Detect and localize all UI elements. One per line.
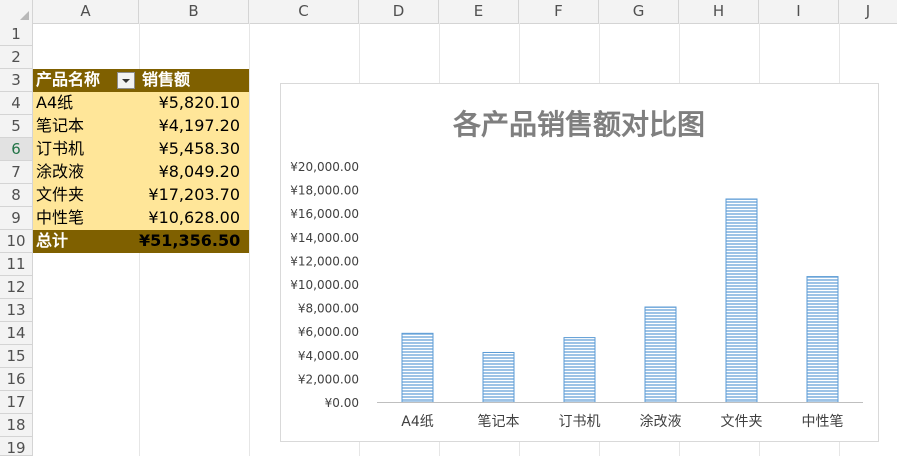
chart-title: 各产品销售额对比图 bbox=[452, 108, 705, 141]
table-cell-sales[interactable]: ¥4,197.20 bbox=[139, 115, 249, 138]
y-tick-label: ¥12,000.00 bbox=[290, 254, 359, 268]
row-header[interactable]: 4 bbox=[0, 92, 32, 115]
bar[interactable] bbox=[482, 351, 515, 403]
table-cell-sales[interactable]: ¥5,820.10 bbox=[139, 92, 249, 115]
row-header[interactable]: 19 bbox=[0, 437, 32, 457]
bar[interactable] bbox=[563, 337, 596, 403]
table-cell-product[interactable]: 文件夹 bbox=[33, 184, 139, 207]
x-tick-label: 订书机 bbox=[559, 414, 601, 430]
column-header-d[interactable]: D bbox=[359, 0, 439, 23]
table-cell-sales[interactable]: ¥17,203.70 bbox=[139, 184, 249, 207]
y-tick-label: ¥10,000.00 bbox=[290, 278, 359, 292]
y-tick-label: ¥2,000.00 bbox=[298, 372, 359, 386]
row-header[interactable]: 15 bbox=[0, 345, 32, 368]
row-header[interactable]: 16 bbox=[0, 368, 32, 391]
y-axis: ¥0.00 ¥2,000.00 ¥4,000.00 ¥6,000.00 ¥8,000.0… bbox=[290, 160, 359, 410]
table-header-sales[interactable]: 销售额 bbox=[139, 69, 249, 92]
gridline bbox=[249, 23, 250, 456]
table-cell-sales[interactable]: ¥5,458.30 bbox=[139, 138, 249, 161]
table-cell-product[interactable]: 笔记本 bbox=[33, 115, 139, 138]
bar[interactable] bbox=[806, 276, 839, 403]
row-header[interactable]: 11 bbox=[0, 253, 32, 276]
x-tick-label: A4纸 bbox=[401, 414, 433, 430]
row-header[interactable]: 17 bbox=[0, 391, 32, 414]
bar[interactable] bbox=[644, 306, 677, 403]
y-tick-label: ¥4,000.00 bbox=[298, 349, 359, 363]
table-total-value[interactable]: ¥51,356.50 bbox=[139, 230, 249, 253]
row-header[interactable]: 5 bbox=[0, 115, 32, 138]
table-cell-product[interactable]: 订书机 bbox=[33, 138, 139, 161]
x-tick-label: 中性笔 bbox=[802, 414, 844, 430]
x-tick-label: 笔记本 bbox=[478, 414, 520, 430]
y-tick-label: ¥20,000.00 bbox=[290, 160, 359, 174]
y-tick-label: ¥0.00 bbox=[325, 396, 359, 410]
x-axis: A4纸 笔记本 订书机 涂改液 文件夹 中性笔 bbox=[377, 402, 863, 430]
row-header[interactable]: 3 bbox=[0, 69, 32, 92]
row-header[interactable]: 18 bbox=[0, 414, 32, 437]
bar-series bbox=[401, 198, 839, 403]
row-header[interactable]: 7 bbox=[0, 161, 32, 184]
column-header-b[interactable]: B bbox=[139, 0, 249, 23]
row-header[interactable]: 1 bbox=[0, 23, 32, 46]
y-tick-label: ¥8,000.00 bbox=[298, 302, 359, 316]
y-tick-label: ¥6,000.00 bbox=[298, 325, 359, 339]
row-header[interactable]: 8 bbox=[0, 184, 32, 207]
y-tick-label: ¥14,000.00 bbox=[290, 231, 359, 245]
row-header[interactable]: 9 bbox=[0, 207, 32, 230]
chart-area[interactable]: 各产品销售额对比图 ¥0.00 ¥2,000.00 ¥4,000.00 ¥6,000.… bbox=[280, 83, 879, 442]
x-tick-label: 文件夹 bbox=[721, 414, 763, 430]
filter-dropdown-icon[interactable] bbox=[117, 72, 135, 89]
bar[interactable] bbox=[725, 198, 758, 403]
row-header[interactable]: 2 bbox=[0, 46, 32, 69]
table-cell-product[interactable]: 中性笔 bbox=[33, 207, 139, 230]
column-header-i[interactable]: I bbox=[759, 0, 839, 23]
y-tick-label: ¥16,000.00 bbox=[290, 207, 359, 221]
column-header-a[interactable]: A bbox=[33, 0, 139, 23]
column-header-h[interactable]: H bbox=[679, 0, 759, 23]
column-header-bar: A B C D E F G H I J bbox=[0, 0, 897, 24]
column-header-f[interactable]: F bbox=[519, 0, 599, 23]
column-header-g[interactable]: G bbox=[599, 0, 679, 23]
table-total-label[interactable]: 总计 bbox=[33, 230, 139, 253]
table-cell-sales[interactable]: ¥8,049.20 bbox=[139, 161, 249, 184]
row-header[interactable]: 10 bbox=[0, 230, 32, 253]
column-header-e[interactable]: E bbox=[439, 0, 519, 23]
column-header-c[interactable]: C bbox=[249, 0, 359, 23]
bar[interactable] bbox=[401, 332, 434, 403]
x-tick-label: 涂改液 bbox=[640, 414, 682, 430]
select-all-corner[interactable] bbox=[0, 0, 33, 23]
column-header-j[interactable]: J bbox=[839, 0, 897, 23]
y-tick-label: ¥18,000.00 bbox=[290, 184, 359, 198]
row-header-selected[interactable]: 6 bbox=[0, 138, 32, 161]
row-header-bar: 1 2 3 4 5 6 7 8 9 10 11 12 13 14 15 16 1… bbox=[0, 23, 33, 457]
bar-chart: 各产品销售额对比图 ¥0.00 ¥2,000.00 ¥4,000.00 ¥6,000.… bbox=[290, 108, 863, 430]
table-cell-product[interactable]: A4纸 bbox=[33, 92, 139, 115]
table-cell-product[interactable]: 涂改液 bbox=[33, 161, 139, 184]
row-header[interactable]: 13 bbox=[0, 299, 32, 322]
row-header[interactable]: 14 bbox=[0, 322, 32, 345]
row-header[interactable]: 12 bbox=[0, 276, 32, 299]
table-cell-sales[interactable]: ¥10,628.00 bbox=[139, 207, 249, 230]
